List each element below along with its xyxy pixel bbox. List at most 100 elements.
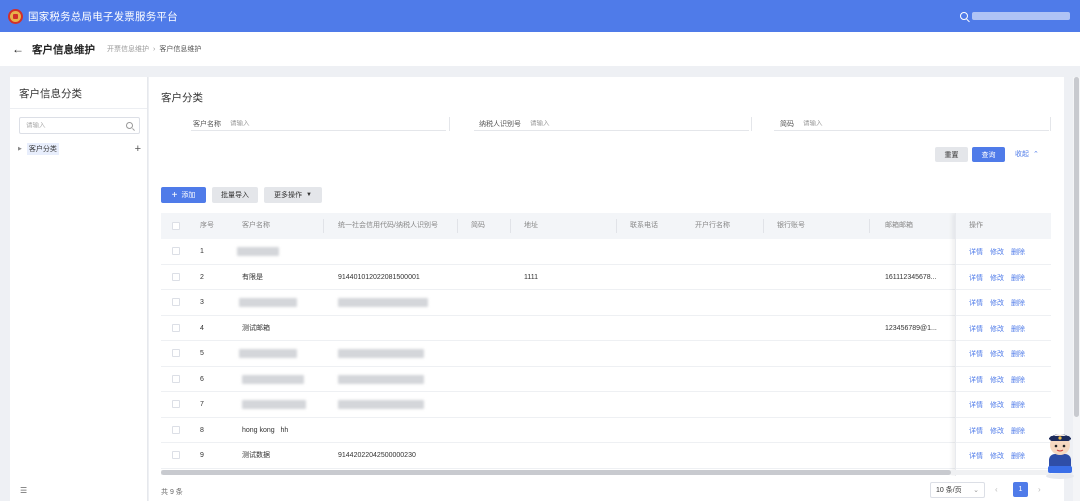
row-checkbox[interactable] bbox=[172, 451, 180, 459]
top-header: 国家税务总局电子发票服务平台 bbox=[0, 0, 1080, 32]
batch-import-button[interactable]: 批量导入 bbox=[212, 187, 258, 203]
detail-link[interactable]: 详情 bbox=[969, 326, 983, 333]
filter-taxpayer-id: 纳税人识别号 bbox=[474, 117, 749, 131]
detail-link[interactable]: 详情 bbox=[969, 351, 983, 358]
plus-icon[interactable]: + bbox=[172, 190, 178, 201]
delete-link[interactable]: 删除 bbox=[1011, 402, 1025, 409]
action-row: 详情 修改 删除 bbox=[956, 290, 1051, 316]
column-header-name: 客户名称 bbox=[242, 222, 270, 229]
page-size-value[interactable]: 10 条/页 bbox=[936, 485, 962, 495]
row-checkbox[interactable] bbox=[172, 247, 180, 255]
select-all-checkbox[interactable] bbox=[172, 222, 180, 230]
delete-link[interactable]: 删除 bbox=[1011, 300, 1025, 307]
sidebar-search[interactable] bbox=[19, 117, 140, 134]
detail-link[interactable]: 详情 bbox=[969, 428, 983, 435]
add-button[interactable]: + 添加 bbox=[161, 187, 206, 203]
short-code-input[interactable] bbox=[803, 120, 891, 127]
scrollbar-thumb[interactable] bbox=[161, 470, 951, 475]
caret-right-icon[interactable]: ▶ bbox=[18, 146, 22, 152]
row-no: 1 bbox=[200, 248, 204, 255]
column-header-actions: 操作 bbox=[956, 213, 1051, 239]
delete-link[interactable]: 删除 bbox=[1011, 428, 1025, 435]
reset-button[interactable]: 重置 bbox=[935, 147, 968, 162]
detail-link[interactable]: 详情 bbox=[969, 402, 983, 409]
edit-link[interactable]: 修改 bbox=[990, 351, 1004, 358]
detail-link[interactable]: 详情 bbox=[969, 249, 983, 256]
row-checkbox[interactable] bbox=[172, 374, 180, 383]
row-no: 4 bbox=[200, 324, 204, 332]
filter-short-code: 简码 bbox=[774, 117, 1049, 131]
query-button[interactable]: 查询 bbox=[972, 147, 1005, 162]
page-number-current[interactable]: 1 bbox=[1013, 482, 1028, 497]
page-size-select[interactable]: 10 条/页 ⌄ bbox=[930, 482, 985, 498]
tree-item-customer-category[interactable]: ▶ 客户分类 + bbox=[10, 141, 147, 157]
assistant-mascot-icon[interactable] bbox=[1042, 428, 1078, 480]
column-separator bbox=[763, 219, 764, 233]
table-row: 3 bbox=[161, 290, 1051, 316]
breadcrumb-item[interactable]: 开票信息维护 bbox=[107, 44, 149, 54]
delete-link[interactable]: 删除 bbox=[1011, 275, 1025, 282]
edit-link[interactable]: 修改 bbox=[990, 402, 1004, 409]
top-user-area[interactable] bbox=[960, 10, 1070, 21]
menu-fold-icon[interactable]: ☰ bbox=[20, 486, 27, 495]
edit-link[interactable]: 修改 bbox=[990, 326, 1004, 333]
edit-link[interactable]: 修改 bbox=[990, 377, 1004, 384]
next-page-icon[interactable]: › bbox=[1038, 485, 1041, 494]
row-checkbox[interactable] bbox=[172, 349, 180, 357]
edit-link[interactable]: 修改 bbox=[990, 300, 1004, 307]
row-checkbox[interactable] bbox=[172, 323, 180, 332]
add-label[interactable]: 添加 bbox=[181, 190, 195, 200]
sidebar-search-input[interactable] bbox=[26, 122, 126, 129]
redacted-code bbox=[338, 349, 424, 358]
detail-link[interactable]: 详情 bbox=[969, 300, 983, 307]
column-header-credit-code: 统一社会信用代码/纳税人识别号 bbox=[338, 222, 438, 229]
column-separator bbox=[457, 219, 458, 233]
redacted-name bbox=[237, 247, 279, 256]
taxpayer-id-input[interactable] bbox=[530, 120, 618, 127]
table-header: 序号 客户名称 统一社会信用代码/纳税人识别号 简码 地址 联系电话 开户行名称… bbox=[161, 213, 1051, 239]
edit-link[interactable]: 修改 bbox=[990, 249, 1004, 256]
back-arrow-icon[interactable]: ← bbox=[12, 42, 24, 56]
horizontal-scrollbar[interactable] bbox=[161, 470, 1051, 475]
row-email: 123456789@1... bbox=[885, 324, 937, 332]
customer-name-input[interactable] bbox=[230, 120, 318, 127]
row-checkbox[interactable] bbox=[172, 425, 180, 434]
column-header-phone: 联系电话 bbox=[630, 222, 658, 229]
row-checkbox[interactable] bbox=[172, 298, 180, 306]
category-sidebar: 客户信息分类 ▶ 客户分类 + ☰ bbox=[10, 77, 148, 501]
chevron-down-icon[interactable]: ⌄ bbox=[973, 486, 979, 494]
search-icon[interactable] bbox=[960, 11, 968, 20]
delete-link[interactable]: 删除 bbox=[1011, 326, 1025, 333]
edit-link[interactable]: 修改 bbox=[990, 453, 1004, 460]
detail-link[interactable]: 详情 bbox=[969, 453, 983, 460]
row-checkbox[interactable] bbox=[172, 400, 180, 408]
row-customer-name: 测试邮箱 bbox=[242, 324, 270, 332]
more-actions-label[interactable]: 更多操作 bbox=[274, 190, 302, 200]
search-icon[interactable] bbox=[126, 122, 133, 129]
row-checkbox[interactable] bbox=[172, 272, 180, 281]
delete-link[interactable]: 删除 bbox=[1011, 377, 1025, 384]
redacted-name bbox=[242, 374, 304, 384]
prev-page-icon[interactable]: ‹ bbox=[995, 485, 998, 494]
chevron-up-icon[interactable]: ⌃ bbox=[1033, 150, 1039, 158]
detail-link[interactable]: 详情 bbox=[969, 275, 983, 282]
table-row: 9 测试数据 91442022042500000230 bbox=[161, 443, 1051, 469]
column-header-short-code: 简码 bbox=[471, 222, 485, 229]
more-actions-button[interactable]: 更多操作 ▼ bbox=[264, 187, 322, 203]
detail-link[interactable]: 详情 bbox=[969, 377, 983, 384]
tree-item-label[interactable]: 客户分类 bbox=[26, 143, 59, 155]
delete-link[interactable]: 删除 bbox=[1011, 351, 1025, 358]
collapse-label[interactable]: 收起 bbox=[1015, 149, 1029, 159]
edit-link[interactable]: 修改 bbox=[990, 275, 1004, 282]
caret-down-icon[interactable]: ▼ bbox=[306, 192, 312, 198]
redacted-code bbox=[338, 298, 428, 307]
redacted-name bbox=[239, 298, 297, 307]
delete-link[interactable]: 删除 bbox=[1011, 249, 1025, 256]
collapse-button[interactable]: 收起 ⌃ bbox=[1015, 149, 1039, 159]
edit-link[interactable]: 修改 bbox=[990, 428, 1004, 435]
delete-link[interactable]: 删除 bbox=[1011, 453, 1025, 460]
column-header-bank-name: 开户行名称 bbox=[695, 222, 730, 229]
scrollbar-thumb[interactable] bbox=[1074, 77, 1079, 417]
plus-icon[interactable]: + bbox=[135, 143, 141, 155]
row-customer-name: 测试数据 bbox=[242, 452, 270, 459]
